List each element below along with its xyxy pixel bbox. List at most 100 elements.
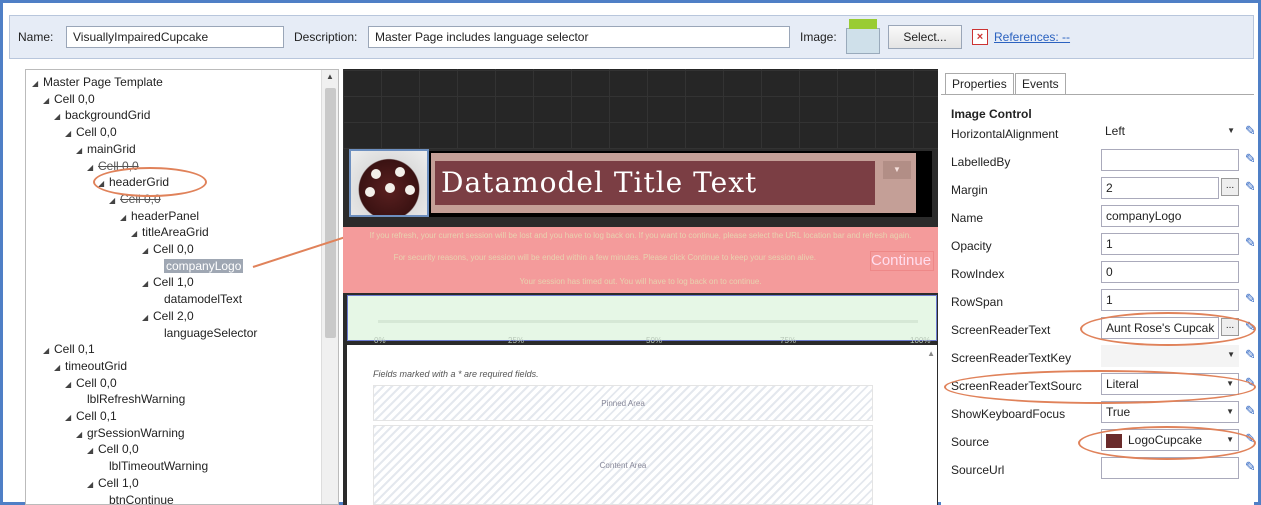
property-row: HorizontalAlignment Left ▼ ✎: [951, 121, 1254, 147]
tree-node[interactable]: ◢ Cell 2,0: [142, 308, 194, 325]
title-area[interactable]: Datamodel Title Text ▼: [431, 153, 916, 213]
tree-node[interactable]: ◢ Cell 0,0: [43, 91, 95, 108]
expand-icon[interactable]: ◢: [87, 476, 98, 493]
expand-icon[interactable]: ◢: [43, 92, 54, 109]
tree-node[interactable]: ◢ Cell 0,0: [87, 441, 139, 458]
property-value-text: companyLogo: [1106, 209, 1182, 223]
tree-node[interactable]: ◢ timeoutGrid: [54, 358, 127, 375]
edit-binding-icon[interactable]: ✎: [1245, 403, 1254, 419]
property-value[interactable]: 2: [1101, 177, 1219, 199]
property-value[interactable]: [1101, 457, 1239, 479]
tree-node[interactable]: ◢ Cell 1,0: [142, 274, 194, 291]
edit-binding-icon[interactable]: ✎: [1245, 375, 1254, 391]
tree-node[interactable]: lblTimeoutWarning: [98, 458, 208, 475]
expand-icon[interactable]: ◢: [32, 75, 43, 92]
tree-node[interactable]: languageSelector: [153, 325, 257, 342]
expand-icon[interactable]: ◢: [54, 108, 65, 125]
tree-node[interactable]: ◢ Cell 0,1: [65, 408, 117, 425]
design-canvas[interactable]: Datamodel Title Text ▼ If you refresh, y…: [343, 69, 938, 505]
property-value[interactable]: 1: [1101, 233, 1239, 255]
chevron-down-icon[interactable]: ▼: [1227, 126, 1235, 135]
tree-node[interactable]: ◢ Cell 0,0: [142, 241, 194, 258]
tree-node[interactable]: ◢ Cell 1,0: [87, 475, 139, 492]
expand-icon[interactable]: ◢: [65, 376, 76, 393]
expand-icon[interactable]: ◢: [43, 342, 54, 359]
chevron-down-icon[interactable]: ▼: [1226, 379, 1234, 388]
expand-icon[interactable]: ◢: [120, 209, 131, 226]
tree-node[interactable]: ◢ headerPanel: [120, 208, 199, 225]
clear-image-icon[interactable]: ×: [972, 29, 988, 45]
scroll-up-icon[interactable]: ▲: [326, 72, 334, 81]
property-value[interactable]: True ▼: [1101, 401, 1239, 423]
property-value[interactable]: companyLogo: [1101, 205, 1239, 227]
tab-properties[interactable]: Properties: [945, 73, 1014, 95]
tree-node-label: Cell 0,0: [153, 242, 194, 256]
property-value[interactable]: 1: [1101, 289, 1239, 311]
property-name: Opacity: [951, 239, 992, 253]
edit-binding-icon[interactable]: ✎: [1245, 431, 1254, 447]
tree-node[interactable]: ◢ Master Page Template: [32, 74, 163, 91]
continue-button[interactable]: Continue: [870, 251, 934, 271]
tree-node-label: Cell 0,0: [54, 91, 95, 106]
property-value-text: Left: [1105, 124, 1126, 138]
select-button[interactable]: Select...: [888, 25, 962, 49]
ellipsis-button[interactable]: ...: [1221, 318, 1239, 336]
scrollbar-thumb[interactable]: [325, 88, 336, 338]
expand-icon[interactable]: ◢: [65, 125, 76, 142]
references-link[interactable]: References: --: [994, 30, 1070, 44]
edit-binding-icon[interactable]: ✎: [1245, 291, 1254, 307]
description-input[interactable]: Master Page includes language selector: [368, 26, 790, 48]
tree-scrollbar[interactable]: ▲: [321, 70, 338, 504]
datamodel-title-text[interactable]: Datamodel Title Text: [435, 161, 875, 205]
property-value[interactable]: Left ▼: [1101, 121, 1239, 143]
expand-icon[interactable]: ◢: [76, 426, 87, 443]
tree-node[interactable]: ◢ grSessionWarning: [76, 425, 185, 442]
edit-binding-icon[interactable]: ✎: [1245, 319, 1254, 335]
expand-icon[interactable]: ◢: [65, 409, 76, 426]
chevron-down-icon[interactable]: ▼: [1226, 435, 1234, 444]
expand-icon[interactable]: ◢: [87, 442, 98, 459]
property-value[interactable]: Aunt Rose's Cupcak: [1101, 317, 1219, 339]
tree-node[interactable]: ◢ Cell 0,0: [65, 375, 117, 392]
tree-node-label: Cell 0,0: [98, 442, 139, 457]
property-value[interactable]: LogoCupcake ▼: [1101, 429, 1239, 451]
tree-node-label: Master Page Template: [43, 75, 163, 89]
tree-node[interactable]: ◢ mainGrid: [76, 141, 136, 158]
expand-icon[interactable]: ◢: [131, 225, 142, 242]
content-scroll-up-icon[interactable]: ▲: [927, 349, 935, 358]
tree-node[interactable]: ◢ Cell 0,0: [65, 124, 117, 141]
name-input[interactable]: VisuallyImpairedCupcake: [66, 26, 284, 48]
expand-icon[interactable]: ◢: [54, 359, 65, 376]
language-selector[interactable]: ▼: [883, 161, 911, 179]
edit-binding-icon[interactable]: ✎: [1245, 151, 1254, 167]
chevron-down-icon[interactable]: ▼: [1226, 407, 1234, 416]
expand-icon[interactable]: ◢: [76, 142, 87, 159]
chevron-down-icon[interactable]: ▼: [1227, 350, 1235, 359]
property-value[interactable]: ▼: [1101, 345, 1239, 367]
tree-node[interactable]: ◢ Cell 0,1: [43, 341, 95, 358]
tab-events[interactable]: Events: [1015, 73, 1066, 95]
edit-binding-icon[interactable]: ✎: [1245, 235, 1254, 251]
edit-binding-icon[interactable]: ✎: [1245, 123, 1254, 139]
tree-node[interactable]: lblRefreshWarning: [76, 391, 185, 408]
edit-binding-icon[interactable]: ✎: [1245, 459, 1254, 475]
company-logo[interactable]: [349, 149, 429, 217]
expand-icon[interactable]: ◢: [142, 275, 153, 292]
property-row: Source LogoCupcake ▼ ✎: [951, 429, 1254, 455]
tree-node[interactable]: btnContinue: [98, 492, 174, 505]
property-name: RowSpan: [951, 295, 1004, 309]
expand-icon[interactable]: ◢: [87, 159, 98, 176]
tree-node[interactable]: ◢ titleAreaGrid: [131, 224, 209, 241]
edit-binding-icon[interactable]: ✎: [1245, 179, 1254, 195]
tree-node[interactable]: datamodelText: [153, 291, 242, 308]
section-title: Image Control: [951, 107, 1032, 121]
expand-icon[interactable]: ◢: [142, 242, 153, 259]
expand-icon[interactable]: ◢: [142, 309, 153, 326]
tree-node[interactable]: ◢ backgroundGrid: [54, 107, 150, 124]
edit-binding-icon[interactable]: ✎: [1245, 347, 1254, 363]
tree-node[interactable]: companyLogo: [153, 258, 244, 275]
property-value[interactable]: [1101, 149, 1239, 171]
property-value[interactable]: Literal ▼: [1101, 373, 1239, 395]
property-value[interactable]: 0: [1101, 261, 1239, 283]
ellipsis-button[interactable]: ...: [1221, 178, 1239, 196]
